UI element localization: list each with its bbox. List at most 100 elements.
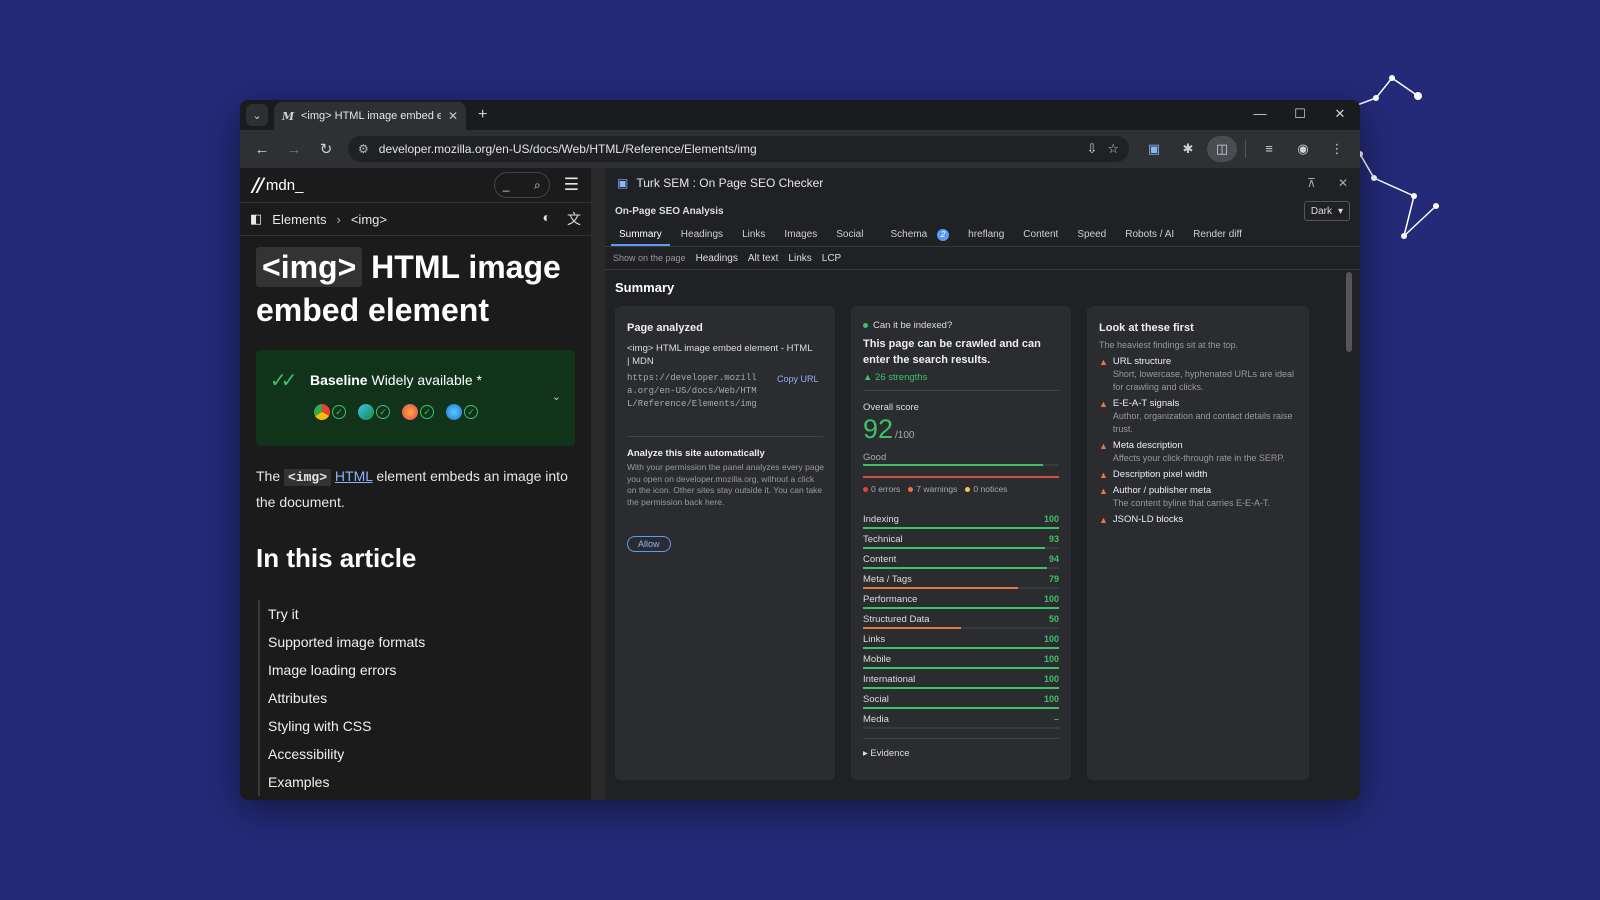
category-bar [863,547,1059,549]
tab-content[interactable]: Content [1015,224,1066,246]
show-lcp-button[interactable]: LCP [822,253,841,264]
warnings-count: 7 warnings [908,484,957,494]
category-name: Mobile [863,654,891,665]
maximize-icon[interactable]: ☐ [1280,100,1320,130]
extensions-puzzle-icon[interactable]: ✱ [1173,136,1203,162]
profile-icon[interactable]: ◉ [1288,136,1318,162]
show-headings-button[interactable]: Headings [696,253,738,264]
toc-link[interactable]: Try it [268,600,591,628]
tab-speed[interactable]: Speed [1069,224,1114,246]
search-icon[interactable]: ⌕ [534,178,541,193]
window-controls: — ☐ ✕ [1240,100,1360,130]
auto-analyze-description: With your permission the panel analyzes … [627,462,825,507]
toc-link[interactable]: Styling with CSS [268,712,591,740]
baseline-bold: Baseline [310,372,368,388]
category-row[interactable]: Mobile 100 [863,652,1059,672]
panel-close-icon[interactable]: ✕ [1338,176,1348,190]
show-alt-text-button[interactable]: Alt text [748,253,779,264]
panel-subtitle: On-Page SEO Analysis [615,205,724,217]
pin-icon[interactable]: ⊼ [1307,176,1316,190]
address-bar[interactable]: ⚙ developer.mozilla.org/en-US/docs/Web/H… [348,136,1129,162]
finding-title: URL structure [1112,356,1172,367]
extension-page-icon[interactable]: ▣ [1139,136,1169,162]
finding-item[interactable]: ▲ URL structure Short, lowercase, hyphenat… [1099,356,1299,394]
theme-toggle-icon[interactable]: ◐ [543,209,551,229]
back-icon[interactable]: ← [248,141,276,158]
tab-social[interactable]: Social [828,224,871,246]
category-bar [863,687,1059,689]
tab-summary[interactable]: Summary [611,224,670,246]
overall-score-label: Overall score [863,402,919,413]
errors-count: 0 errors [863,484,900,494]
baseline-check-icon: ✓✓ [270,370,297,392]
mdn-logo[interactable]: // mdn_ [252,174,303,196]
minimize-icon[interactable]: — [1240,100,1280,130]
new-tab-icon[interactable]: + [478,106,487,124]
evidence-toggle[interactable]: ▸ Evidence [863,748,910,759]
tab-headings[interactable]: Headings [673,224,731,246]
category-row[interactable]: Media – [863,712,1059,732]
allow-button[interactable]: Allow [627,536,671,552]
toc-link[interactable]: Attributes [268,684,591,712]
toc-link[interactable]: Examples [268,768,591,796]
page-scrollbar[interactable] [591,168,605,800]
toc-link[interactable]: Supported image formats [268,628,591,656]
side-panel-icon[interactable]: ◫ [1207,136,1237,162]
category-bar [863,607,1059,609]
tab-render-diff[interactable]: Render diff [1185,224,1250,246]
tab-close-icon[interactable]: ✕ [448,109,458,123]
category-row[interactable]: Indexing 100 [863,512,1059,532]
finding-item[interactable]: ▲ Author / publisher meta The content byli… [1099,485,1299,510]
warning-triangle-icon: ▲ [1099,441,1108,451]
category-row[interactable]: Performance 100 [863,592,1059,612]
address-url[interactable]: developer.mozilla.org/en-US/docs/Web/HTM… [379,142,1077,156]
copy-url-button[interactable]: Copy URL [777,374,819,384]
finding-item[interactable]: ▲ E-E-A-T signals Author, organization and… [1099,398,1299,436]
window-close-icon[interactable]: ✕ [1320,100,1360,130]
category-row[interactable]: Links 100 [863,632,1059,652]
bookmark-star-icon[interactable]: ☆ [1107,141,1119,157]
show-links-button[interactable]: Links [788,253,811,264]
strengths-link[interactable]: ▲ 26 strengths [863,372,927,383]
html-link[interactable]: HTML [335,468,373,484]
more-menu-icon[interactable]: ⋮ [1322,136,1352,162]
tab-images[interactable]: Images [776,224,825,246]
tab-schema[interactable]: Schema 2 [874,224,957,246]
category-row[interactable]: Technical 93 [863,532,1059,552]
forward-icon[interactable]: → [280,141,308,158]
sidebar-toggle-icon[interactable]: ◧ [250,211,262,227]
theme-select[interactable]: Dark ▾ [1303,201,1350,221]
tab-links[interactable]: Links [734,224,773,246]
tab-hreflang[interactable]: hreflang [960,224,1012,246]
category-row[interactable]: Social 100 [863,692,1059,712]
finding-item[interactable]: ▲ Description pixel width [1099,469,1299,481]
mdn-search[interactable]: _ ⌕ [493,172,550,198]
baseline-banner[interactable]: ✓✓ Baseline Widely available * ⌄ ✓ ✓ ✓ ✓ [256,350,575,446]
panel-scrollbar[interactable] [1346,272,1352,352]
tab-mdn-img[interactable]: M <img> HTML image embed ele ✕ [274,102,466,130]
finding-item[interactable]: ▲ JSON-LD blocks [1099,514,1299,526]
reading-list-icon[interactable]: ≡ [1254,136,1284,162]
baseline-label: Baseline Widely available * [310,372,482,388]
category-row[interactable]: Content 94 [863,552,1059,572]
language-icon[interactable]: 文 [567,209,581,229]
finding-item[interactable]: ▲ Meta description Affects your click-thro… [1099,440,1299,465]
breadcrumb-elements[interactable]: Elements [272,212,326,227]
hamburger-menu-icon[interactable]: ☰ [564,175,579,195]
install-app-icon[interactable]: ⇩ [1086,141,1097,157]
toc-link[interactable]: Accessibility [268,740,591,768]
summary-title: Summary [615,280,675,295]
category-row[interactable]: Meta / Tags 79 [863,572,1059,592]
category-row[interactable]: International 100 [863,672,1059,692]
tab-search-icon[interactable]: ⌄ [246,104,268,126]
category-bar-fill [863,607,1059,609]
chevron-down-icon[interactable]: ⌄ [552,390,561,403]
tab-robots-ai[interactable]: Robots / AI [1117,224,1182,246]
category-row[interactable]: Structured Data 50 [863,612,1059,632]
toc-link[interactable]: Image loading errors [268,656,591,684]
breadcrumb-img[interactable]: <img> [351,212,387,227]
notices-text: 0 notices [973,484,1008,494]
site-info-icon[interactable]: ⚙ [358,142,369,156]
reload-icon[interactable]: ↻ [312,140,340,158]
finding-title: JSON-LD blocks [1112,514,1184,525]
